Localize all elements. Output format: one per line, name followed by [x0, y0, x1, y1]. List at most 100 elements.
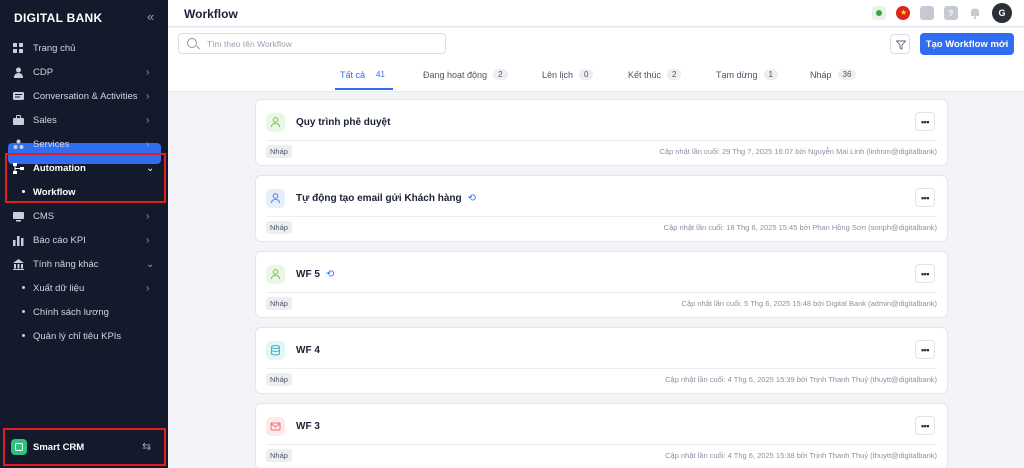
page-title: Workflow	[184, 7, 238, 21]
tab-label: Đang hoạt động	[423, 69, 488, 80]
sidebar-item-label: Trang chủ	[33, 42, 76, 54]
status-badge: Nháp	[266, 297, 292, 310]
sidebar-item-salary-policy[interactable]: Chính sách lương	[0, 300, 168, 324]
workflow-card[interactable]: WF 5 ⟲ ••• Nháp Cập nhật lần cuối: 5 Thg …	[255, 251, 948, 318]
workflow-name-text: Quy trình phê duyệt	[296, 117, 391, 128]
more-options-button[interactable]: •••	[915, 340, 935, 359]
sidebar-item-label: Xuất dữ liệu	[33, 282, 85, 294]
chart-icon	[13, 236, 24, 246]
bullet-icon	[22, 334, 25, 337]
tab-label: Lên lịch	[542, 69, 574, 80]
highlight-box-smart-crm	[3, 428, 166, 466]
tab-label: Kết thúc	[628, 69, 662, 80]
workflow-name[interactable]: WF 3	[296, 421, 320, 432]
highlight-box-automation	[5, 153, 166, 203]
chevron-down-icon: ⌄	[146, 258, 155, 270]
more-features-icon	[13, 259, 24, 270]
card-divider	[266, 216, 937, 217]
user-icon	[266, 265, 285, 284]
status-badge: Nháp	[266, 145, 292, 158]
sidebar-item-sales[interactable]: Sales ›	[0, 108, 168, 132]
user-avatar[interactable]: G	[992, 3, 1012, 23]
tab-count-badge: 1	[763, 69, 778, 80]
status-badge: Nháp	[266, 373, 292, 386]
workflow-card[interactable]: Quy trình phê duyệt ••• Nháp Cập nhật lầ…	[255, 99, 948, 166]
sidebar-item-label: Báo cáo KPI	[33, 234, 86, 246]
database-icon	[266, 341, 285, 360]
workflow-card[interactable]: WF 3 ••• Nháp Cập nhật lần cuối: 4 Thg 6…	[255, 403, 948, 468]
header-actions: ★ ? G	[872, 3, 1012, 23]
sidebar-item-kpi-report[interactable]: Báo cáo KPI ›	[0, 228, 168, 252]
workflow-card[interactable]: WF 4 ••• Nháp Cập nhật lần cuối: 4 Thg 6…	[255, 327, 948, 394]
status-badge: Nháp	[266, 449, 292, 462]
card-divider	[266, 368, 937, 369]
sidebar-item-home[interactable]: Trang chủ	[0, 36, 168, 60]
filter-button[interactable]	[890, 34, 910, 54]
workflow-name-text: WF 4	[296, 345, 320, 356]
sidebar-item-kpi-management[interactable]: Quản lý chỉ tiêu KPIs	[0, 324, 168, 348]
status-tabs: Tất cả 41 Đang hoạt động 2 Lên lịch 0 Kế…	[168, 62, 1024, 92]
workflow-name[interactable]: WF 4	[296, 345, 320, 356]
chevron-right-icon: ›	[146, 282, 150, 294]
language-flag-icon[interactable]: ★	[896, 6, 910, 20]
search-icon	[187, 38, 197, 48]
workflow-name[interactable]: Quy trình phê duyệt	[296, 117, 390, 128]
active-tab-indicator	[335, 88, 393, 90]
more-options-button[interactable]: •••	[915, 112, 935, 131]
status-badge: Nháp	[266, 221, 292, 234]
last-updated-text: Cập nhật lần cuối: 29 Thg 7, 2025 16:07 …	[659, 147, 937, 156]
workflow-name-text: WF 5	[296, 269, 320, 280]
tab-all[interactable]: Tất cả 41	[340, 69, 390, 80]
tab-scheduled[interactable]: Lên lịch 0	[542, 69, 594, 80]
guide-book-icon[interactable]	[920, 6, 934, 20]
help-icon[interactable]: ?	[944, 6, 958, 20]
tab-count-badge: 2	[493, 69, 508, 80]
sidebar-item-label: Services	[33, 138, 70, 150]
chat-icon	[13, 92, 24, 100]
tab-ended[interactable]: Kết thúc 2	[628, 69, 682, 80]
notification-bell-icon[interactable]	[968, 6, 982, 20]
user-icon	[14, 67, 23, 78]
workflow-name-text: WF 3	[296, 421, 320, 432]
toolbar: Tạo Workflow mới	[168, 28, 1024, 62]
sidebar-item-export-data[interactable]: Xuất dữ liệu ›	[0, 276, 168, 300]
last-updated-text: Cập nhật lần cuối: 5 Thg 6, 2025 15:48 b…	[681, 299, 937, 308]
tab-count-badge: 0	[579, 69, 594, 80]
search-box[interactable]	[178, 33, 446, 54]
workflow-name[interactable]: WF 5 ⟲	[296, 269, 334, 280]
tab-active[interactable]: Đang hoạt động 2	[423, 69, 508, 80]
sidebar-item-conversation[interactable]: Conversation & Activities ›	[0, 84, 168, 108]
cms-icon	[13, 212, 24, 222]
card-divider	[266, 444, 937, 445]
more-options-button[interactable]: •••	[915, 264, 935, 283]
create-workflow-button[interactable]: Tạo Workflow mới	[920, 33, 1014, 55]
chevron-right-icon: ›	[146, 90, 150, 102]
services-icon	[13, 139, 24, 149]
card-divider	[266, 292, 937, 293]
last-updated-text: Cập nhật lần cuối: 4 Thg 6, 2025 15:38 b…	[665, 451, 937, 460]
workflow-card[interactable]: Tự động tạo email gửi Khách hàng ⟲ ••• Nh…	[255, 175, 948, 242]
card-divider	[266, 140, 937, 141]
sidebar-item-more-features[interactable]: Tính năng khác ⌄	[0, 252, 168, 276]
tab-paused[interactable]: Tạm dừng 1	[716, 69, 778, 80]
sidebar-item-cms[interactable]: CMS ›	[0, 204, 168, 228]
sync-icon: ⟲	[325, 269, 335, 280]
workflow-name-text: Tự động tạo email gửi Khách hàng	[296, 193, 462, 204]
tab-label: Tất cả	[340, 69, 366, 80]
chevron-right-icon: ›	[146, 66, 150, 78]
tab-count-badge: 41	[376, 70, 385, 79]
tab-count-badge: 2	[667, 69, 682, 80]
more-options-button[interactable]: •••	[915, 188, 935, 207]
sidebar-item-label: CMS	[33, 210, 55, 222]
workflow-name[interactable]: Tự động tạo email gửi Khách hàng ⟲	[296, 193, 476, 204]
collapse-sidebar-icon[interactable]: «	[147, 9, 154, 24]
sidebar-item-label: Sales	[33, 114, 57, 126]
tab-draft[interactable]: Nháp 36	[810, 69, 857, 80]
sales-icon	[13, 115, 24, 125]
chevron-right-icon: ›	[146, 138, 150, 150]
sidebar-item-cdp[interactable]: CDP ›	[0, 60, 168, 84]
user-icon	[266, 189, 285, 208]
app-status-icon[interactable]	[872, 6, 886, 20]
more-options-button[interactable]: •••	[915, 416, 935, 435]
search-input[interactable]	[207, 37, 437, 51]
